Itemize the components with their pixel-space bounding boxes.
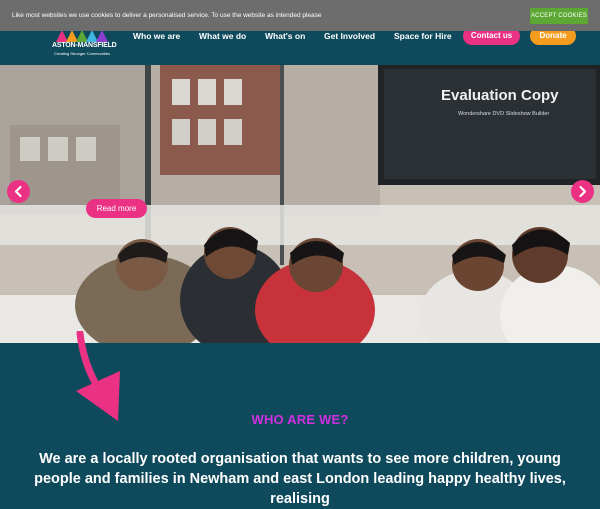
- slider-next-button[interactable]: [571, 180, 594, 203]
- nav-whats-on[interactable]: What's on: [265, 31, 305, 41]
- watermark-title: Evaluation Copy: [441, 87, 559, 104]
- read-more-button[interactable]: Read more: [86, 199, 147, 218]
- logo-mark-icon: [56, 30, 108, 42]
- watermark-subtitle: Wondershare DVD Slideshow Builder: [458, 111, 550, 117]
- nav-space-for-hire[interactable]: Space for Hire: [394, 31, 452, 41]
- slider-prev-button[interactable]: [7, 180, 30, 203]
- logo-tagline: Creating Stronger Communities: [54, 51, 111, 56]
- chevron-right-icon: [579, 185, 587, 198]
- who-are-we-section: WHO ARE WE? We are a locally rooted orga…: [0, 331, 600, 507]
- chevron-left-icon: [14, 185, 22, 198]
- section-heading: WHO ARE WE?: [251, 412, 349, 427]
- nav-who-we-are[interactable]: Who we are: [133, 31, 180, 41]
- cookie-message: Like most websites we use cookies to del…: [12, 12, 322, 19]
- section-intro-text: We are a locally rooted organisation tha…: [34, 451, 566, 507]
- nav-what-we-do[interactable]: What we do: [199, 31, 246, 41]
- nav-get-involved[interactable]: Get Involved: [324, 31, 375, 41]
- hero-slider: Evaluation Copy Wondershare DVD Slidesho…: [0, 65, 600, 343]
- cookie-banner: Like most websites we use cookies to del…: [0, 0, 600, 31]
- logo-name: ASTON-MANSFIELD: [52, 42, 117, 49]
- accept-cookies-button[interactable]: ACCEPT COOKIES: [530, 8, 588, 24]
- decorative-arrow-icon: [76, 331, 120, 421]
